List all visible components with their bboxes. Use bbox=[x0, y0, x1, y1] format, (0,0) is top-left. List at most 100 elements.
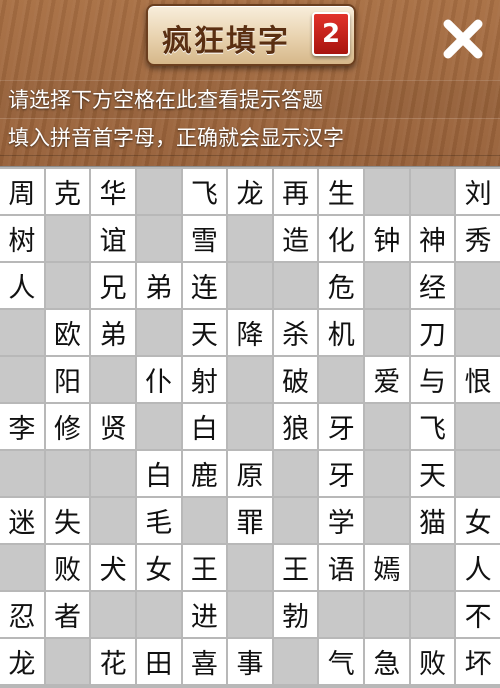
grid-cell[interactable]: 花 bbox=[91, 639, 135, 684]
grid-cell[interactable]: 迷 bbox=[0, 498, 44, 543]
grid-cell[interactable]: 人 bbox=[0, 263, 44, 308]
grid-cell[interactable]: 语 bbox=[319, 545, 364, 590]
grid-cell[interactable]: 急 bbox=[365, 639, 409, 684]
grid-cell[interactable]: 喜 bbox=[182, 639, 227, 684]
grid-cell[interactable]: 危 bbox=[319, 263, 364, 308]
grid-cell[interactable]: 鹿 bbox=[182, 451, 227, 496]
grid-cell[interactable]: 恨 bbox=[456, 357, 500, 402]
grid-cell[interactable]: 刀 bbox=[410, 310, 455, 355]
grid-cell[interactable]: 连 bbox=[182, 263, 227, 308]
grid-cell[interactable]: 降 bbox=[228, 310, 272, 355]
grid-cell-blank bbox=[319, 592, 364, 637]
grid-cell[interactable]: 败 bbox=[410, 639, 455, 684]
grid-cell[interactable]: 雪 bbox=[182, 216, 227, 261]
grid-cell-blank bbox=[273, 263, 318, 308]
grid-cell[interactable]: 杀 bbox=[273, 310, 318, 355]
grid-cell[interactable]: 女 bbox=[136, 545, 181, 590]
grid-cell[interactable]: 谊 bbox=[91, 216, 135, 261]
grid-cell[interactable]: 秀 bbox=[456, 216, 500, 261]
grid-cell-blank bbox=[273, 451, 318, 496]
grid-cell[interactable]: 华 bbox=[91, 169, 135, 214]
grid-cell[interactable]: 原 bbox=[228, 451, 272, 496]
grid-cell[interactable]: 周 bbox=[0, 169, 44, 214]
grid-cell[interactable]: 造 bbox=[273, 216, 318, 261]
grid-cell[interactable]: 神 bbox=[410, 216, 455, 261]
grid-cell[interactable]: 龙 bbox=[0, 639, 44, 684]
grid-cell[interactable]: 兄 bbox=[91, 263, 135, 308]
grid-cell[interactable]: 龙 bbox=[228, 169, 272, 214]
grid-cell-blank bbox=[91, 451, 135, 496]
grid-cell[interactable]: 贤 bbox=[91, 404, 135, 449]
grid-cell[interactable]: 机 bbox=[319, 310, 364, 355]
grid-cell[interactable]: 天 bbox=[182, 310, 227, 355]
grid-cell[interactable]: 犬 bbox=[91, 545, 135, 590]
grid-cell[interactable]: 猫 bbox=[410, 498, 455, 543]
grid-cell[interactable]: 弟 bbox=[91, 310, 135, 355]
grid-cell-blank bbox=[410, 592, 455, 637]
grid-cell-blank bbox=[45, 216, 90, 261]
grid-cell[interactable]: 刘 bbox=[456, 169, 500, 214]
grid-cell[interactable]: 修 bbox=[45, 404, 90, 449]
grid-cell[interactable]: 生 bbox=[319, 169, 364, 214]
grid-cell[interactable]: 李 bbox=[0, 404, 44, 449]
grid-cell[interactable]: 罪 bbox=[228, 498, 272, 543]
grid-cell[interactable]: 田 bbox=[136, 639, 181, 684]
grid-cell[interactable]: 牙 bbox=[319, 451, 364, 496]
grid-cell-blank bbox=[228, 404, 272, 449]
grid-cell[interactable]: 白 bbox=[136, 451, 181, 496]
grid-cell[interactable]: 钟 bbox=[365, 216, 409, 261]
grid-cell[interactable]: 化 bbox=[319, 216, 364, 261]
grid-cell[interactable]: 破 bbox=[273, 357, 318, 402]
grid-cell[interactable]: 与 bbox=[410, 357, 455, 402]
grid-cell-blank bbox=[91, 592, 135, 637]
grid-cell-blank bbox=[410, 169, 455, 214]
grid-cell[interactable]: 天 bbox=[410, 451, 455, 496]
grid-cell[interactable]: 勃 bbox=[273, 592, 318, 637]
grid-cell-blank bbox=[228, 357, 272, 402]
grid-cell[interactable]: 王 bbox=[182, 545, 227, 590]
grid-cell[interactable]: 射 bbox=[182, 357, 227, 402]
grid-cell[interactable]: 忍 bbox=[0, 592, 44, 637]
grid-cell[interactable]: 克 bbox=[45, 169, 90, 214]
grid-cell[interactable]: 进 bbox=[182, 592, 227, 637]
grid-cell[interactable]: 爱 bbox=[365, 357, 409, 402]
grid-cell-blank bbox=[228, 216, 272, 261]
top-bar: 疯狂填字 2 bbox=[0, 0, 500, 72]
grid-cell[interactable]: 白 bbox=[182, 404, 227, 449]
grid-cell[interactable]: 飞 bbox=[410, 404, 455, 449]
grid-cell[interactable]: 者 bbox=[45, 592, 90, 637]
grid-cell[interactable]: 人 bbox=[456, 545, 500, 590]
grid-cell-blank bbox=[365, 404, 409, 449]
grid-cell[interactable]: 牙 bbox=[319, 404, 364, 449]
grid-cell[interactable]: 王 bbox=[273, 545, 318, 590]
grid-cell[interactable]: 弟 bbox=[136, 263, 181, 308]
grid-cell[interactable]: 败 bbox=[45, 545, 90, 590]
crossword-grid: 周克华飞龙再生刘树谊雪造化钟神秀人兄弟连危经欧弟天降杀机刀阳仆射破爱与恨李修贤白… bbox=[0, 166, 500, 688]
grid-cell-blank bbox=[0, 545, 44, 590]
grid-cell[interactable]: 学 bbox=[319, 498, 364, 543]
grid-cell[interactable]: 气 bbox=[319, 639, 364, 684]
grid-cell[interactable]: 狼 bbox=[273, 404, 318, 449]
grid-cell[interactable]: 女 bbox=[456, 498, 500, 543]
grid-cell[interactable]: 事 bbox=[228, 639, 272, 684]
grid-cell[interactable]: 嫣 bbox=[365, 545, 409, 590]
grid-cell-blank bbox=[136, 310, 181, 355]
grid-cell[interactable]: 阳 bbox=[45, 357, 90, 402]
level-badge: 2 bbox=[312, 12, 350, 56]
grid-cell-blank bbox=[365, 169, 409, 214]
grid-cell[interactable]: 毛 bbox=[136, 498, 181, 543]
grid-cell-blank bbox=[0, 310, 44, 355]
grid-cell[interactable]: 飞 bbox=[182, 169, 227, 214]
grid-cell[interactable]: 经 bbox=[410, 263, 455, 308]
grid-cell[interactable]: 不 bbox=[456, 592, 500, 637]
close-icon bbox=[443, 19, 483, 59]
grid-cell[interactable]: 坏 bbox=[456, 639, 500, 684]
close-button[interactable] bbox=[438, 14, 488, 64]
grid-cell[interactable]: 失 bbox=[45, 498, 90, 543]
grid-cell-blank bbox=[136, 216, 181, 261]
grid-cell[interactable]: 仆 bbox=[136, 357, 181, 402]
grid-cell[interactable]: 欧 bbox=[45, 310, 90, 355]
grid-cell[interactable]: 再 bbox=[273, 169, 318, 214]
grid-cell-blank bbox=[365, 592, 409, 637]
grid-cell[interactable]: 树 bbox=[0, 216, 44, 261]
